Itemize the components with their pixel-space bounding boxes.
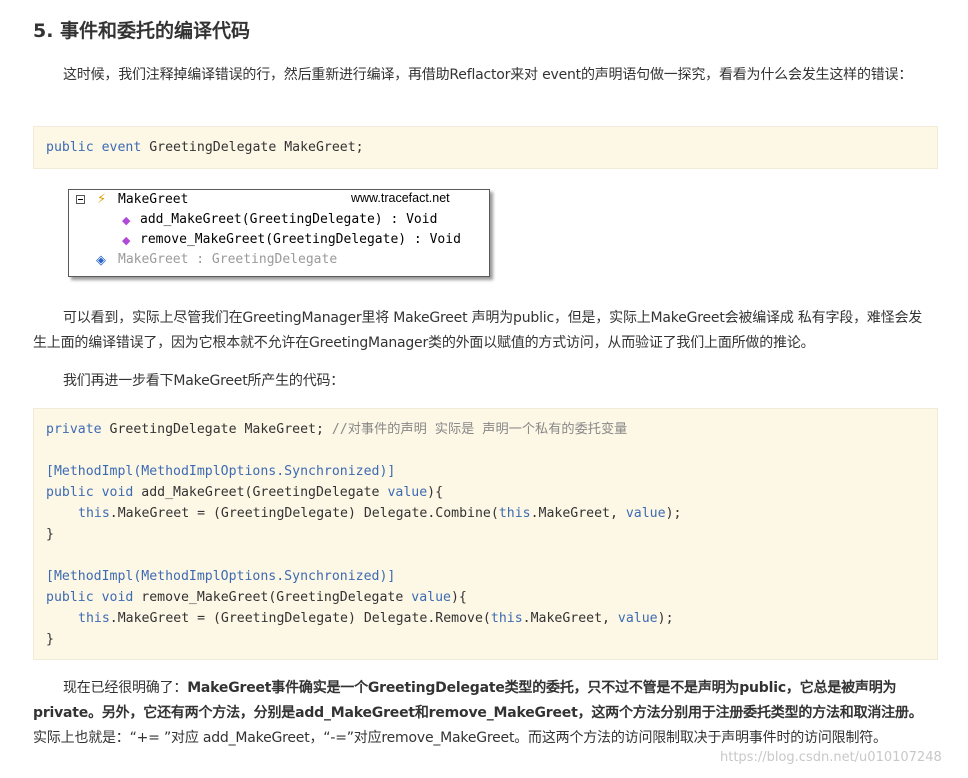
code-line: public void remove_MakeGreet(GreetingDel…: [46, 587, 467, 608]
code-comment: //对事件的声明 实际是 声明一个私有的委托变量: [331, 422, 628, 437]
code-text: GreetingDelegate MakeGreet;: [141, 140, 364, 155]
code-keyword: value: [411, 590, 451, 605]
code-line: private GreetingDelegate MakeGreet; //对事…: [46, 419, 627, 440]
code-keyword: event: [101, 140, 142, 155]
code-keyword: private: [46, 422, 102, 437]
code-block-event-declaration: public event GreetingDelegate MakeGreet;: [33, 126, 938, 169]
code-keyword: this: [498, 506, 531, 521]
code-brace: }: [46, 527, 54, 542]
code-text: .MakeGreet,: [530, 506, 626, 521]
code-keyword: value: [387, 485, 428, 500]
method-icon: ◆: [122, 214, 131, 227]
section-heading: 5. 事件和委托的编译代码: [33, 20, 251, 42]
code-text: .MakeGreet,: [522, 611, 618, 626]
code-keyword: public: [46, 140, 94, 155]
reflector-root-item: MakeGreet: [118, 192, 189, 207]
paragraph-analysis: 可以看到，实际上尽管我们在GreetingManager里将 MakeGreet…: [33, 310, 923, 351]
code-attribute: [MethodImpl(MethodImplOptions.Synchroniz…: [46, 464, 396, 479]
code-keyword: value: [625, 506, 666, 521]
code-keyword: this: [490, 611, 523, 626]
code-keyword: public: [46, 485, 94, 500]
paragraph-intro: 这时候，我们注释掉编译错误的行，然后重新进行编译，再借助Reflactor来对 …: [63, 67, 913, 83]
collapse-minus-icon: [76, 195, 85, 204]
code-text: .MakeGreet = (GreetingDelegate) Delegate…: [109, 611, 491, 626]
code-keyword: value: [617, 611, 658, 626]
field-icon: ◈: [96, 253, 106, 268]
paragraph-conclusion: 现在已经很明确了：MakeGreet事件确实是一个GreetingDelegat…: [33, 676, 935, 751]
code-text: );: [657, 611, 674, 626]
code-text: .MakeGreet = (GreetingDelegate) Delegate…: [109, 506, 499, 521]
event-bolt-icon: ⚡: [97, 192, 107, 207]
reflector-remove-method: remove_MakeGreet(GreetingDelegate) : Voi…: [140, 232, 461, 247]
code-text: ){: [450, 590, 467, 605]
code-keyword: this: [78, 611, 110, 626]
code-line: this.MakeGreet = (GreetingDelegate) Dele…: [78, 608, 674, 629]
code-text: GreetingDelegate MakeGreet;: [101, 422, 332, 437]
code-keyword: this: [78, 506, 110, 521]
reflector-add-method: add_MakeGreet(GreetingDelegate) : Void: [140, 212, 438, 227]
csdn-watermark: https://blog.csdn.net/u010107248: [720, 750, 942, 765]
article-page: 5. 事件和委托的编译代码 这时候，我们注释掉编译错误的行，然后重新进行编译，再…: [0, 0, 968, 778]
code-text: remove_MakeGreet(GreetingDelegate: [133, 590, 412, 605]
reflector-site-text: www.tracefact.net: [351, 191, 450, 205]
code-keyword: void: [101, 485, 134, 500]
code-keyword: void: [101, 590, 134, 605]
code-line: public void add_MakeGreet(GreetingDelega…: [46, 482, 443, 503]
code-text: add_MakeGreet(GreetingDelegate: [133, 485, 388, 500]
reflector-screenshot: ⚡ MakeGreet www.tracefact.net ◆ add_Make…: [68, 189, 490, 277]
reflector-field: MakeGreet : GreetingDelegate: [118, 252, 338, 267]
code-brace: }: [46, 632, 54, 647]
code-block-compiled: private GreetingDelegate MakeGreet; //对事…: [33, 408, 938, 660]
code-text: ){: [427, 485, 444, 500]
conclusion-tail: 实际上也就是：“+= ”对应 add_MakeGreet，“-=”对应remov…: [33, 730, 887, 746]
paragraph-next-step: 我们再进一步看下MakeGreet所产生的代码：: [63, 373, 345, 389]
code-attribute: [MethodImpl(MethodImplOptions.Synchroniz…: [46, 569, 396, 584]
method-icon: ◆: [122, 234, 131, 247]
code-keyword: public: [46, 590, 94, 605]
code-text: );: [665, 506, 682, 521]
code-line: public event GreetingDelegate MakeGreet;: [46, 137, 364, 158]
conclusion-lead: 现在已经很明确了：: [63, 680, 188, 696]
code-line: this.MakeGreet = (GreetingDelegate) Dele…: [78, 503, 681, 524]
